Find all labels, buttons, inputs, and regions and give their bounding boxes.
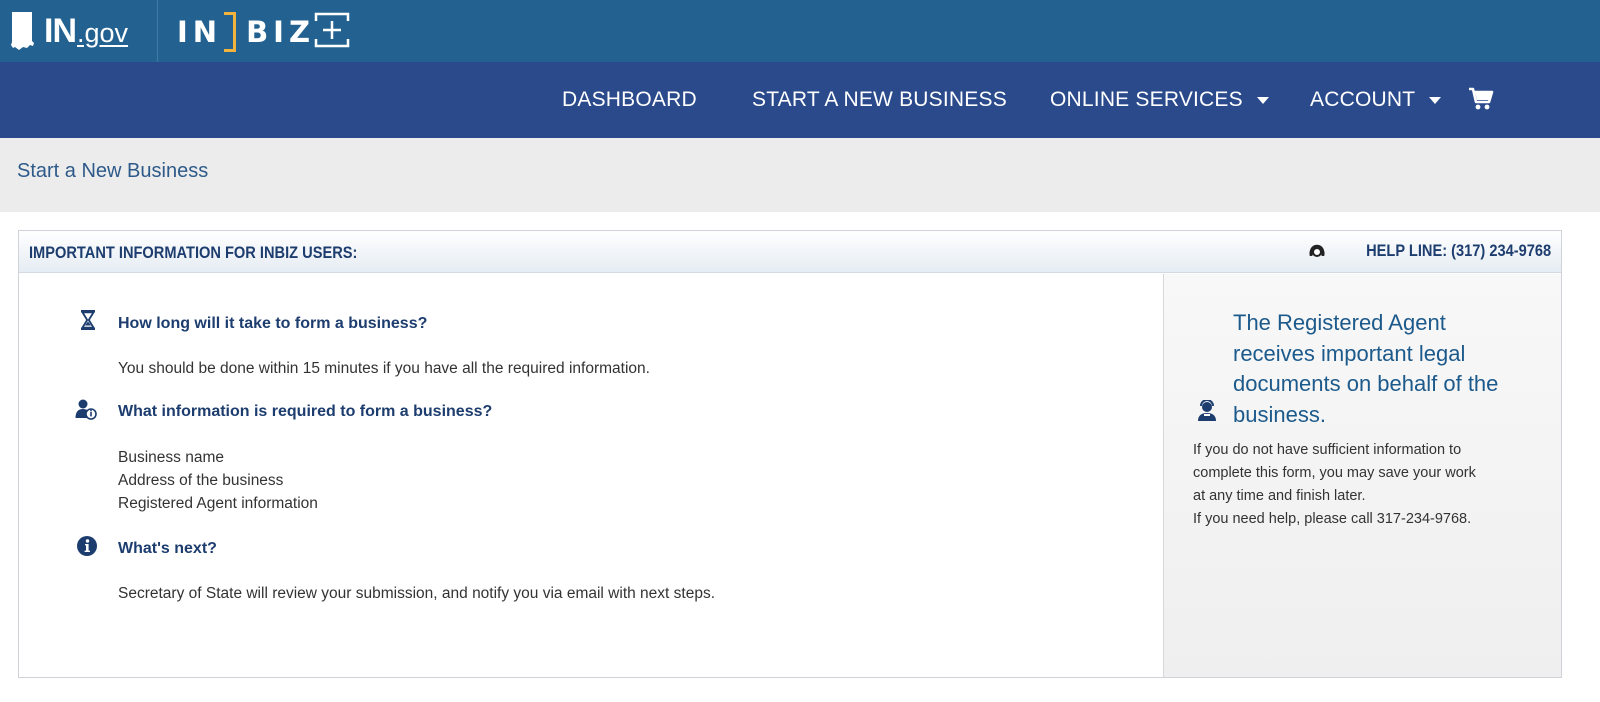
headset-icon [1309, 244, 1325, 257]
nav-account[interactable]: ACCOUNT [1310, 62, 1442, 138]
inbiz-biz-text: BIZ [246, 15, 315, 49]
faq-section: How long will it take to form a business… [19, 274, 1163, 677]
faq-question-requirements: What information is required to form a b… [118, 403, 493, 420]
registered-agent-heading-block: The Registered Agent receives important … [1233, 308, 1533, 430]
registered-agent-heading: The Registered Agent receives important … [1233, 310, 1499, 427]
nav-start-new-business[interactable]: START A NEW BUSINESS [752, 62, 1007, 138]
faq-question-next: What's next? [118, 540, 217, 557]
inbiz-logo[interactable]: IN BIZ [177, 10, 315, 54]
indiana-state-icon [11, 12, 34, 50]
important-info-panel: IMPORTANT INFORMATION FOR INBIZ USERS: H… [18, 230, 1562, 678]
nav-online-services-label: ONLINE SERVICES [1050, 88, 1243, 111]
nav-account-label: ACCOUNT [1310, 88, 1416, 111]
shopping-cart-icon[interactable] [1468, 87, 1494, 111]
panel-header-title: IMPORTANT INFORMATION FOR INBIZ USERS: [29, 243, 358, 262]
registered-agent-note-line: If you do not have sufficient informatio… [1193, 442, 1462, 458]
helpline-text: HELP LINE: (317) 234-9768 [1365, 241, 1551, 260]
registered-agent-note: If you do not have sufficient informatio… [1193, 439, 1553, 531]
ingov-in-text: IN [44, 11, 77, 50]
agent-icon [1198, 400, 1216, 421]
inbiz-bracket-mark [224, 12, 237, 52]
nav-start-new-business-label: START A NEW BUSINESS [752, 88, 1007, 111]
registered-agent-note-line: If you need help, please call 317-234-97… [1193, 511, 1472, 527]
registered-agent-sidebar: The Registered Agent receives important … [1163, 274, 1561, 677]
hourglass-icon [80, 310, 96, 330]
plus-box-icon[interactable] [314, 12, 350, 48]
faq-requirement-item: Business name [118, 449, 224, 466]
nav-dashboard-label: DASHBOARD [562, 88, 697, 111]
registered-agent-note-line: at any time and finish later. [1193, 488, 1366, 504]
faq-answer-next: Secretary of State will review your subm… [118, 585, 716, 602]
user-info-icon [75, 399, 97, 420]
caret-down-icon [1429, 96, 1442, 104]
registered-agent-note-line: complete this form, you may save your wo… [1193, 465, 1476, 481]
ingov-logo[interactable]: IN .gov [0, 0, 158, 62]
nav-online-services[interactable]: ONLINE SERVICES [1050, 62, 1269, 138]
nav-dashboard[interactable]: DASHBOARD [562, 62, 697, 138]
page-title-strip [0, 138, 1600, 212]
ingov-gov-text: .gov [77, 17, 129, 48]
info-icon [77, 536, 97, 556]
faq-requirement-item: Registered Agent information [118, 495, 318, 512]
helpline: HELP LINE: (317) 234-9768 [1308, 241, 1551, 261]
faq-requirement-item: Address of the business [118, 472, 284, 489]
inbiz-in-text: IN [177, 15, 223, 49]
main-nav: DASHBOARD START A NEW BUSINESS ONLINE SE… [0, 62, 1600, 138]
brand-bar: IN .gov IN BIZ [0, 0, 1600, 62]
faq-answer-duration: You should be done within 15 minutes if … [118, 360, 650, 377]
caret-down-icon [1256, 96, 1269, 104]
page-title: Start a New Business [17, 160, 209, 182]
panel-header: IMPORTANT INFORMATION FOR INBIZ USERS: H… [19, 231, 1561, 273]
faq-question-duration: How long will it take to form a business… [118, 315, 428, 332]
